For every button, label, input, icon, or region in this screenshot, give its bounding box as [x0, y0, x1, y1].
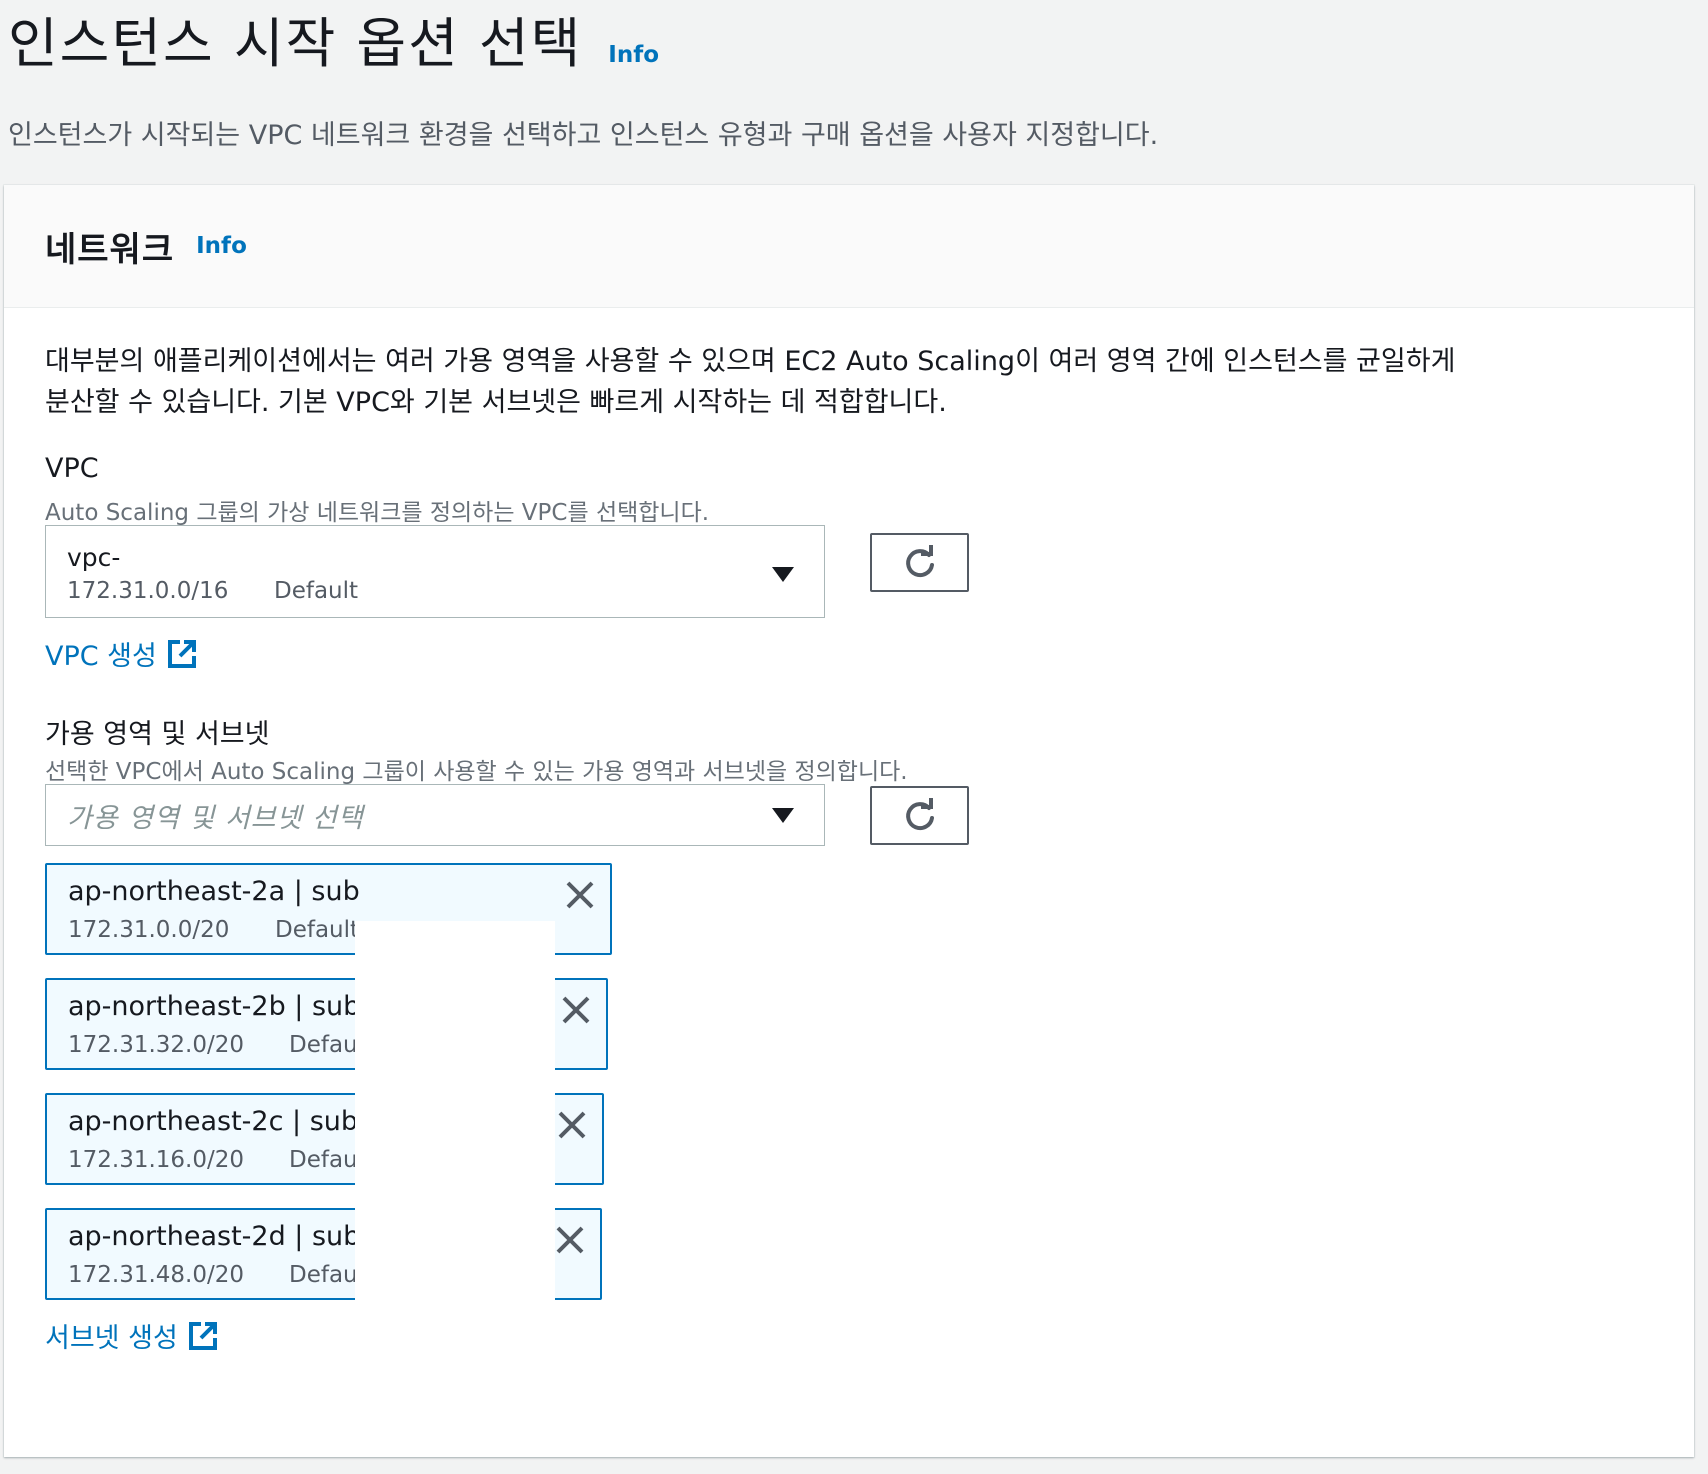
page-title: 인스턴스 시작 옵션 선택 — [8, 12, 583, 75]
create-vpc-link[interactable]: VPC 생성 — [45, 634, 197, 673]
page-info-link[interactable]: Info — [608, 42, 659, 68]
subnets-refresh-button[interactable] — [870, 786, 969, 845]
redaction-overlay — [355, 921, 555, 1308]
vpc-selected-cidr: 172.31.0.0/16 — [67, 578, 229, 604]
refresh-icon — [905, 797, 934, 830]
network-header: 네트워크 Info — [4, 185, 1694, 308]
subnet-token-title: ap-northeast-2d | sub — [68, 1221, 361, 1252]
page-description: 인스턴스가 시작되는 VPC 네트워크 환경을 선택하고 인스턴스 유형과 구매… — [8, 120, 1159, 151]
network-title: 네트워크 — [45, 229, 175, 270]
vpc-label: VPC — [45, 453, 99, 484]
vpc-select[interactable]: vpc- 172.31.0.0/16 Default — [45, 525, 825, 618]
network-container: 네트워크 Info 대부분의 애플리케이션에서는 여러 가용 영역을 사용할 수… — [4, 185, 1694, 1457]
caret-down-icon — [772, 808, 794, 823]
caret-down-icon — [772, 567, 794, 582]
subnet-token-cidr: 172.31.48.0/20 — [68, 1262, 245, 1288]
subnet-token-title: ap-northeast-2b | sub — [68, 991, 361, 1022]
close-icon[interactable] — [552, 1222, 588, 1258]
vpc-selected-tag: Default — [274, 578, 359, 604]
subnets-placeholder: 가용 영역 및 서브넷 선택 — [67, 803, 364, 834]
subnets-label: 가용 영역 및 서브넷 — [45, 719, 270, 750]
close-icon[interactable] — [558, 992, 594, 1028]
subnet-token-cidr: 172.31.16.0/20 — [68, 1147, 245, 1173]
subnet-token-title: ap-northeast-2a | sub — [68, 876, 360, 907]
network-intro-line-1: 대부분의 애플리케이션에서는 여러 가용 영역을 사용할 수 있으며 EC2 A… — [45, 346, 1456, 377]
external-link-icon — [167, 639, 196, 668]
vpc-refresh-button[interactable] — [870, 533, 969, 592]
page-title-row: 인스턴스 시작 옵션 선택 Info — [8, 6, 1698, 82]
external-link-icon — [188, 1321, 217, 1350]
subnet-token-tag: Default — [275, 917, 360, 943]
subnets-select[interactable]: 가용 영역 및 서브넷 선택 — [45, 784, 825, 846]
refresh-icon — [905, 544, 934, 577]
close-icon[interactable] — [554, 1107, 590, 1143]
create-subnet-link-label: 서브넷 생성 — [45, 1323, 178, 1354]
subnet-token-title: ap-northeast-2c | sub — [68, 1106, 359, 1137]
create-subnet-link[interactable]: 서브넷 생성 — [45, 1316, 218, 1355]
vpc-selected-id: vpc- — [67, 543, 121, 572]
subnet-token-cidr: 172.31.0.0/20 — [68, 917, 230, 943]
close-icon[interactable] — [562, 877, 598, 913]
subnets-description: 선택한 VPC에서 Auto Scaling 그룹이 사용할 수 있는 가용 영… — [45, 759, 908, 785]
network-intro-line-2: 분산할 수 있습니다. 기본 VPC와 기본 서브넷은 빠르게 시작하는 데 적… — [45, 387, 947, 418]
network-info-link[interactable]: Info — [196, 233, 247, 259]
network-intro: 대부분의 애플리케이션에서는 여러 가용 영역을 사용할 수 있으며 EC2 A… — [45, 341, 1645, 423]
create-vpc-link-label: VPC 생성 — [45, 641, 157, 672]
vpc-description: Auto Scaling 그룹의 가상 네트워크를 정의하는 VPC를 선택합니… — [45, 500, 710, 526]
subnet-token-cidr: 172.31.32.0/20 — [68, 1032, 245, 1058]
page-header: 인스턴스 시작 옵션 선택 Info — [8, 6, 1698, 82]
